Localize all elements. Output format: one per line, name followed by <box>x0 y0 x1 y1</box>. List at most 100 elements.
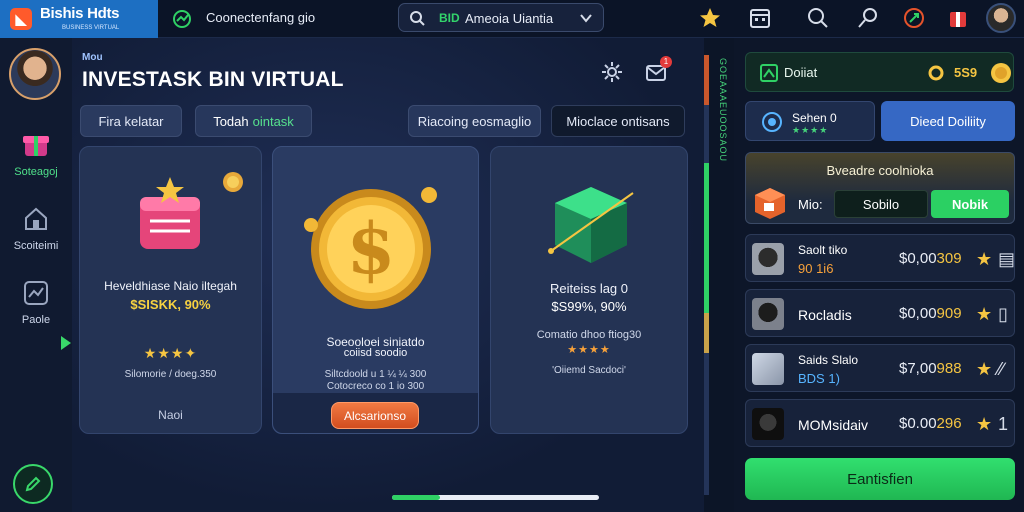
item-price-tail: 988 <box>936 360 962 377</box>
filter-chip-4[interactable]: Mioclace ontisans <box>551 105 685 137</box>
sidebar-item-label: Paole <box>21 314 51 326</box>
card-footer: Naoi <box>158 408 183 422</box>
logo-mark-icon: ◣ <box>10 8 32 30</box>
user-name: Sehen 0 <box>792 111 837 125</box>
app-logo[interactable]: ◣ Bishis Hdts BUSINESS VIRTUAL <box>0 0 158 38</box>
investment-card[interactable]: Reiteiss lag 0 $S99%, 90% Comatio dhoo f… <box>490 146 688 434</box>
star-icon[interactable] <box>698 6 722 30</box>
user-rating: ★★★★ <box>792 125 829 135</box>
chevron-down-icon[interactable] <box>579 12 593 24</box>
wallet-value: 5S9 <box>954 65 978 80</box>
item-action-icon[interactable]: ⁄∕ <box>998 359 1004 380</box>
item-price: $0,00909 <box>899 305 962 322</box>
carousel-progress[interactable] <box>392 495 599 500</box>
item-price-tail: 296 <box>936 415 962 432</box>
sidebar-item-home[interactable]: Scoiteimi <box>0 202 72 252</box>
filter-chip-label: Todah <box>213 113 249 129</box>
item-thumbnail <box>752 408 784 440</box>
item-name: Rocladis <box>798 307 852 323</box>
investment-card-featured[interactable]: $ Soeooloei siniatdo coiisd soodio Siltc… <box>272 146 479 434</box>
page-kicker: Mou <box>82 52 103 63</box>
gift-notification-icon[interactable] <box>946 6 970 30</box>
favorite-star-icon[interactable]: ★ <box>976 414 992 435</box>
card-title: Reiteiss lag 0 <box>549 281 629 296</box>
app-title: Bishis Hdts <box>40 5 120 22</box>
panel-splitter[interactable]: GOEAAAEUOOSAOU <box>704 38 734 512</box>
svg-text:$: $ <box>347 207 396 290</box>
list-item[interactable]: Saids Slalo BDS 1) $7,00988 ★ ⁄∕ <box>745 344 1015 392</box>
item-price: $0,00309 <box>899 250 962 267</box>
list-item[interactable]: MOMsidaiv $0.00296 ★ 1 <box>745 399 1015 447</box>
rocket-icon[interactable] <box>902 6 926 30</box>
search-input[interactable]: BID Ameoia Uiantia <box>398 3 604 32</box>
favorite-star-icon[interactable]: ★ <box>976 304 992 325</box>
filter-chip-highlight: ointask <box>252 113 294 129</box>
item-price: $7,00988 <box>899 360 962 377</box>
filter-chip-2[interactable]: Todah ointask <box>195 105 312 137</box>
top-bar: ◣ Bishis Hdts BUSINESS VIRTUAL Coonecten… <box>0 0 1024 38</box>
progress-fill <box>392 495 440 500</box>
sidebar-item-label: Soteagoj <box>14 166 58 178</box>
card-meta-2: Cotocreco co 1 io 300 <box>326 381 425 392</box>
left-sidebar: Soteagoj Scoiteimi Paole <box>0 38 72 512</box>
item-action-icon[interactable]: ▤ <box>998 249 1015 270</box>
card-meta-2: 'Oiiemd Sacdoci' <box>552 365 626 376</box>
card-price: $S99%, 90% <box>551 299 627 314</box>
search-badge: BID <box>439 11 460 25</box>
app-subtitle: BUSINESS VIRTUAL <box>62 25 120 31</box>
search-icon[interactable] <box>806 6 830 30</box>
card-meta: Silomorie / doeg.350 <box>124 369 217 380</box>
coin-icon <box>223 172 243 192</box>
item-name: Saolt tiko <box>798 243 848 257</box>
item-action-icon[interactable]: ▯ <box>998 304 1008 325</box>
user-avatar[interactable] <box>986 3 1016 33</box>
card-price: $SISKK, 90% <box>130 297 211 312</box>
profile-avatar[interactable] <box>9 48 61 100</box>
item-price-tail: 909 <box>936 305 962 322</box>
favorite-star-icon[interactable]: ★ <box>976 359 992 380</box>
invest-action-button[interactable]: Alcsarionso <box>331 402 419 429</box>
item-price-main: $0.00 <box>899 415 937 432</box>
item-action-icon[interactable]: 1 <box>998 414 1008 435</box>
gear-icon[interactable] <box>600 60 624 84</box>
daily-bonus-button[interactable]: Dieed Doiliity <box>881 101 1015 141</box>
item-sub: BDS 1) <box>798 371 840 386</box>
scroll-track[interactable] <box>704 55 709 495</box>
user-level-card[interactable]: Sehen 0 ★★★★ <box>745 101 875 141</box>
filter-chip-3[interactable]: Riacoing eosmaglio <box>408 105 541 137</box>
edit-button[interactable] <box>13 464 53 504</box>
filter-chip-1[interactable]: Fira kelatar <box>80 105 182 137</box>
offer-panel: Bveadre coolnioka Mio: Sobilo Nobik <box>745 152 1015 224</box>
offer-submit-button[interactable]: Nobik <box>931 190 1009 218</box>
card-meta: Siltcdoold u 1 ¼ ¼ 300 <box>324 369 427 380</box>
expand-arrow-icon[interactable] <box>61 336 71 350</box>
chart-icon <box>24 281 48 305</box>
item-price-main: $0,00 <box>899 250 937 267</box>
sidebar-item-stats[interactable]: Paole <box>0 276 72 326</box>
sidebar-item-rewards[interactable]: Soteagoj <box>0 128 72 178</box>
item-name: MOMsidaiv <box>798 417 869 433</box>
settings-icon <box>762 112 782 132</box>
card-meta: Comatio dhoo ftiog30 <box>536 329 642 341</box>
vertical-label: GOEAAAEUOOSAOU <box>718 58 728 163</box>
list-item[interactable]: Rocladis $0,00909 ★ ▯ <box>745 289 1015 337</box>
connection-icon[interactable] <box>172 9 192 29</box>
notification-badge: 1 <box>660 56 672 68</box>
offer-input[interactable]: Sobilo <box>834 190 928 218</box>
card-rating: ★★★✦ <box>143 345 198 361</box>
key-icon <box>928 65 944 81</box>
list-item[interactable]: Saolt tiko 90 1i6 $0,00309 ★ ▤ <box>745 234 1015 282</box>
favorite-star-icon[interactable]: ★ <box>976 249 992 270</box>
item-sub: 90 1i6 <box>798 261 834 276</box>
gift-box-icon <box>23 136 49 156</box>
coin-icon <box>991 63 1011 83</box>
item-price-main: $7,00 <box>899 360 937 377</box>
calendar-icon[interactable] <box>748 6 772 30</box>
magnifier-icon[interactable] <box>856 6 880 30</box>
card-title: Heveldhiase Naio iltegah <box>104 279 237 293</box>
investment-card[interactable]: Heveldhiase Naio iltegah $SISKK, 90% ★★★… <box>79 146 262 434</box>
primary-cta-button[interactable]: Eantisfien <box>745 458 1015 500</box>
wallet-balance[interactable]: Doiiat 5S9 <box>745 52 1014 92</box>
page-title: INVESTASK BIN VIRTUAL <box>82 68 344 91</box>
crate-icon <box>755 188 785 219</box>
